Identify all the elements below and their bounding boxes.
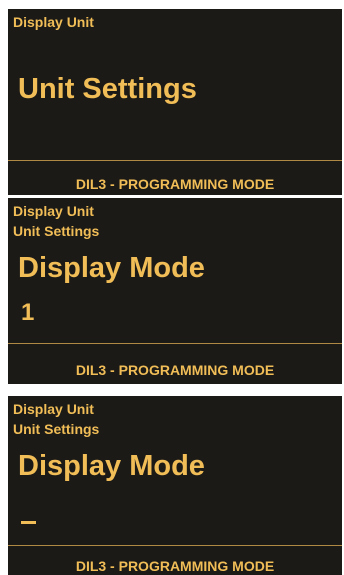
mode-status-footer: DIL3 - PROGRAMMING MODE <box>75 176 275 192</box>
screen-title: Unit Settings <box>18 73 197 105</box>
display-screen-unit-settings: Display Unit Unit Settings DIL3 - PROGRA… <box>8 9 342 195</box>
breadcrumb-level-2: Unit Settings <box>13 421 100 437</box>
setting-value: 1 <box>21 299 35 326</box>
breadcrumb-level-2: Unit Settings <box>13 223 100 239</box>
display-screen-display-mode-value: Display Unit Unit Settings Display Mode … <box>8 198 342 384</box>
value-entry-cursor <box>21 521 36 524</box>
breadcrumb-level-1: Display Unit <box>13 401 94 417</box>
footer-divider <box>8 545 342 546</box>
screen-title: Display Mode <box>18 450 205 482</box>
breadcrumb-level-1: Display Unit <box>13 203 94 219</box>
breadcrumb-level-1: Display Unit <box>13 14 94 30</box>
mode-status-footer: DIL3 - PROGRAMMING MODE <box>75 558 275 574</box>
display-screen-display-mode-edit: Display Unit Unit Settings Display Mode … <box>8 396 342 575</box>
footer-divider <box>8 160 342 161</box>
footer-divider <box>8 343 342 344</box>
mode-status-footer: DIL3 - PROGRAMMING MODE <box>75 362 275 378</box>
screen-title: Display Mode <box>18 252 205 284</box>
